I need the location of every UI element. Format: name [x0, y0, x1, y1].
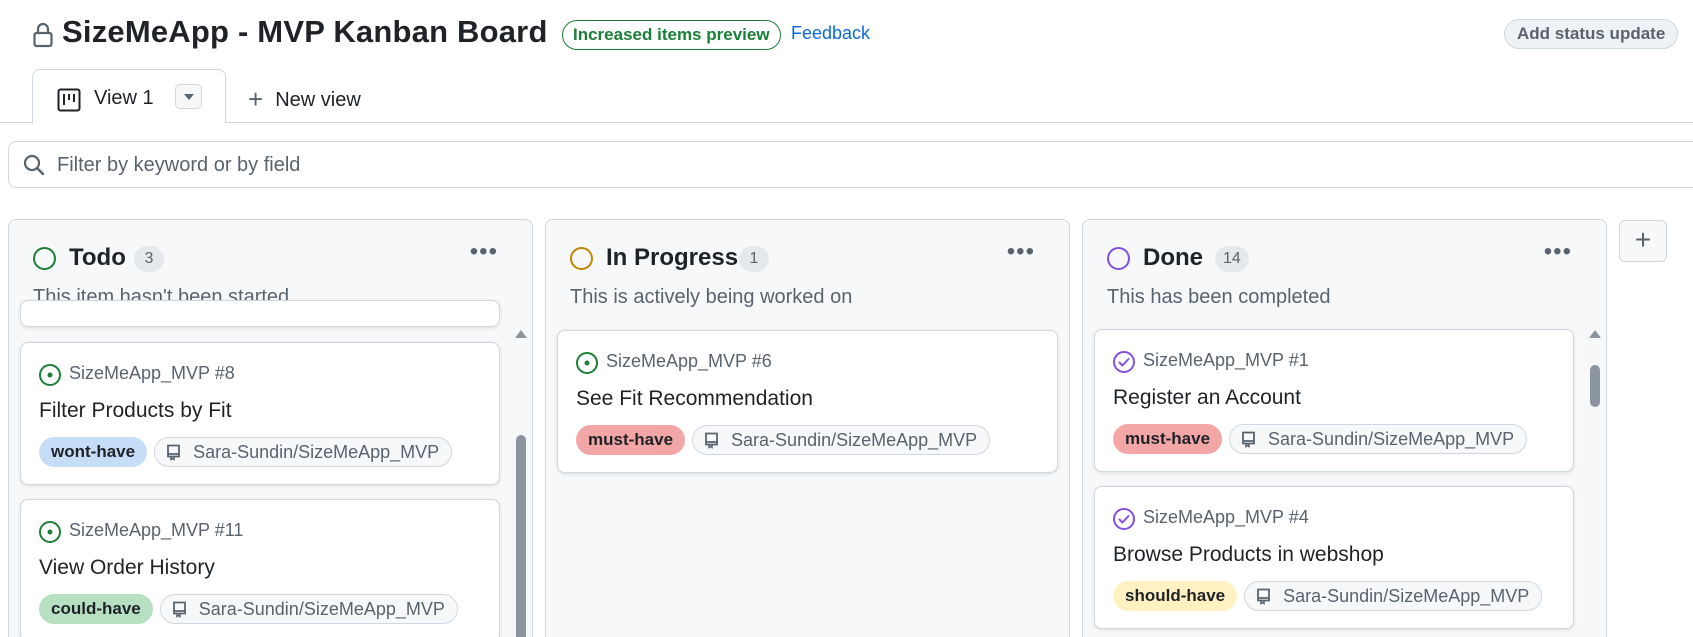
new-view-button[interactable]: + New view [248, 84, 361, 115]
filter-bar [8, 141, 1693, 188]
lock-icon [33, 22, 53, 48]
open-issue-icon [39, 521, 61, 543]
scrollbar-thumb[interactable] [516, 435, 526, 637]
card-labels: wont-have Sara-Sundin/SizeMeApp_MVP [39, 437, 453, 469]
column-title: Done [1143, 244, 1203, 271]
card-list: SizeMeApp_MVP #8 Filter Products by Fit … [20, 300, 500, 637]
repo-icon [705, 432, 718, 449]
card-labels: must-have Sara-Sundin/SizeMeApp_MVP [576, 425, 991, 457]
column-menu-icon[interactable]: ••• [1544, 238, 1572, 266]
filter-input[interactable] [57, 150, 857, 180]
repository-tag[interactable]: Sara-Sundin/SizeMeApp_MVP [1244, 581, 1543, 611]
column-in-progress: In Progress 1 ••• This is actively being… [545, 219, 1070, 637]
repo-icon [1242, 431, 1255, 448]
new-view-label: New view [275, 89, 361, 111]
increased-items-preview-badge[interactable]: Increased items preview [562, 20, 781, 50]
issue-reference: SizeMeApp_MVP #1 [1143, 350, 1309, 370]
issue-card[interactable]: SizeMeApp_MVP #8 Filter Products by Fit … [20, 342, 500, 485]
priority-label[interactable]: must-have [576, 425, 686, 455]
repository-tag[interactable]: Sara-Sundin/SizeMeApp_MVP [159, 594, 458, 624]
add-column-button[interactable]: + [1619, 220, 1667, 262]
column-menu-icon[interactable]: ••• [470, 238, 498, 266]
column-done: Done 14 ••• This has been completed Size… [1082, 219, 1607, 637]
issue-title[interactable]: See Fit Recommendation [576, 387, 813, 411]
repository-name: Sara-Sundin/SizeMeApp_MVP [198, 599, 445, 619]
card-labels: should-have Sara-Sundin/SizeMeApp_MVP [1113, 581, 1543, 613]
priority-label[interactable]: wont-have [39, 437, 148, 467]
open-issue-icon [576, 352, 598, 374]
open-issue-icon [39, 364, 61, 386]
issue-title[interactable]: Filter Products by Fit [39, 399, 232, 423]
issue-reference: SizeMeApp_MVP #8 [69, 363, 235, 383]
priority-label[interactable]: should-have [1113, 581, 1238, 611]
repository-tag[interactable]: Sara-Sundin/SizeMeApp_MVP [1229, 424, 1528, 454]
card-list: SizeMeApp_MVP #6 See Fit Recommendation … [557, 320, 1058, 637]
card-labels: could-have Sara-Sundin/SizeMeApp_MVP [39, 594, 458, 626]
repository-name: Sara-Sundin/SizeMeApp_MVP [1268, 429, 1515, 449]
issue-reference: SizeMeApp_MVP #11 [69, 520, 244, 540]
search-icon [23, 154, 45, 176]
column-description: This has been completed [1107, 286, 1331, 308]
repository-name: Sara-Sundin/SizeMeApp_MVP [731, 430, 978, 450]
closed-issue-icon [1113, 508, 1135, 530]
partial-card[interactable] [20, 300, 500, 327]
priority-label[interactable]: could-have [39, 594, 153, 624]
issue-reference: SizeMeApp_MVP #6 [606, 351, 772, 371]
tab-view-1[interactable]: View 1 [32, 69, 226, 124]
issue-card[interactable]: SizeMeApp_MVP #1 Register an Account mus… [1094, 329, 1574, 472]
column-item-count: 3 [134, 246, 164, 272]
view-tabs: View 1 + New view [0, 68, 1693, 124]
card-labels: must-have Sara-Sundin/SizeMeApp_MVP [1113, 424, 1528, 456]
repository-name: Sara-Sundin/SizeMeApp_MVP [1283, 586, 1530, 606]
feedback-link[interactable]: Feedback [791, 23, 870, 44]
repository-tag[interactable]: Sara-Sundin/SizeMeApp_MVP [154, 437, 453, 467]
column-item-count: 1 [739, 246, 769, 272]
scroll-up-arrow-icon[interactable] [515, 330, 527, 338]
project-header: SizeMeApp - MVP Kanban Board Increased i… [0, 0, 1693, 70]
column-header: In Progress 1 ••• This is actively being… [546, 220, 1069, 320]
closed-issue-icon [1113, 351, 1135, 373]
column-todo: Todo 3 ••• This item hasn't been started… [8, 219, 533, 637]
plus-icon: + [248, 84, 264, 114]
todo-status-circle-icon [33, 247, 56, 270]
column-header: Done 14 ••• This has been completed [1083, 220, 1606, 320]
column-title: In Progress [606, 244, 739, 271]
done-status-circle-icon [1107, 247, 1130, 270]
priority-label[interactable]: must-have [1113, 424, 1223, 454]
column-description: This is actively being worked on [570, 286, 853, 308]
issue-card[interactable]: SizeMeApp_MVP #11 View Order History cou… [20, 499, 500, 637]
repo-icon [172, 601, 186, 618]
repository-name: Sara-Sundin/SizeMeApp_MVP [193, 442, 440, 462]
column-scrollbar[interactable] [515, 330, 527, 637]
tab-view-1-label: View 1 [94, 87, 154, 109]
repository-tag[interactable]: Sara-Sundin/SizeMeApp_MVP [692, 425, 991, 455]
view-options-dropdown-button[interactable] [175, 84, 202, 109]
card-list: SizeMeApp_MVP #1 Register an Account mus… [1094, 320, 1574, 637]
project-title: SizeMeApp - MVP Kanban Board [62, 14, 548, 49]
issue-card[interactable]: SizeMeApp_MVP #4 Browse Products in webs… [1094, 486, 1574, 629]
column-item-count: 14 [1215, 246, 1249, 272]
issue-card[interactable]: SizeMeApp_MVP #6 See Fit Recommendation … [557, 330, 1058, 473]
in-progress-status-circle-icon [570, 247, 593, 270]
repo-icon [167, 444, 180, 461]
column-scrollbar[interactable] [1589, 330, 1601, 637]
board-icon [57, 88, 81, 112]
scroll-up-arrow-icon[interactable] [1589, 330, 1601, 338]
issue-reference: SizeMeApp_MVP #4 [1143, 507, 1309, 527]
add-status-update-button[interactable]: Add status update [1504, 19, 1679, 49]
column-title: Todo [69, 244, 126, 271]
issue-title[interactable]: Register an Account [1113, 386, 1301, 410]
column-menu-icon[interactable]: ••• [1007, 238, 1035, 266]
repo-icon [1257, 588, 1271, 605]
scrollbar-thumb[interactable] [1590, 365, 1600, 407]
issue-title[interactable]: Browse Products in webshop [1113, 543, 1384, 567]
plus-icon: + [1634, 224, 1652, 255]
issue-title[interactable]: View Order History [39, 556, 215, 580]
